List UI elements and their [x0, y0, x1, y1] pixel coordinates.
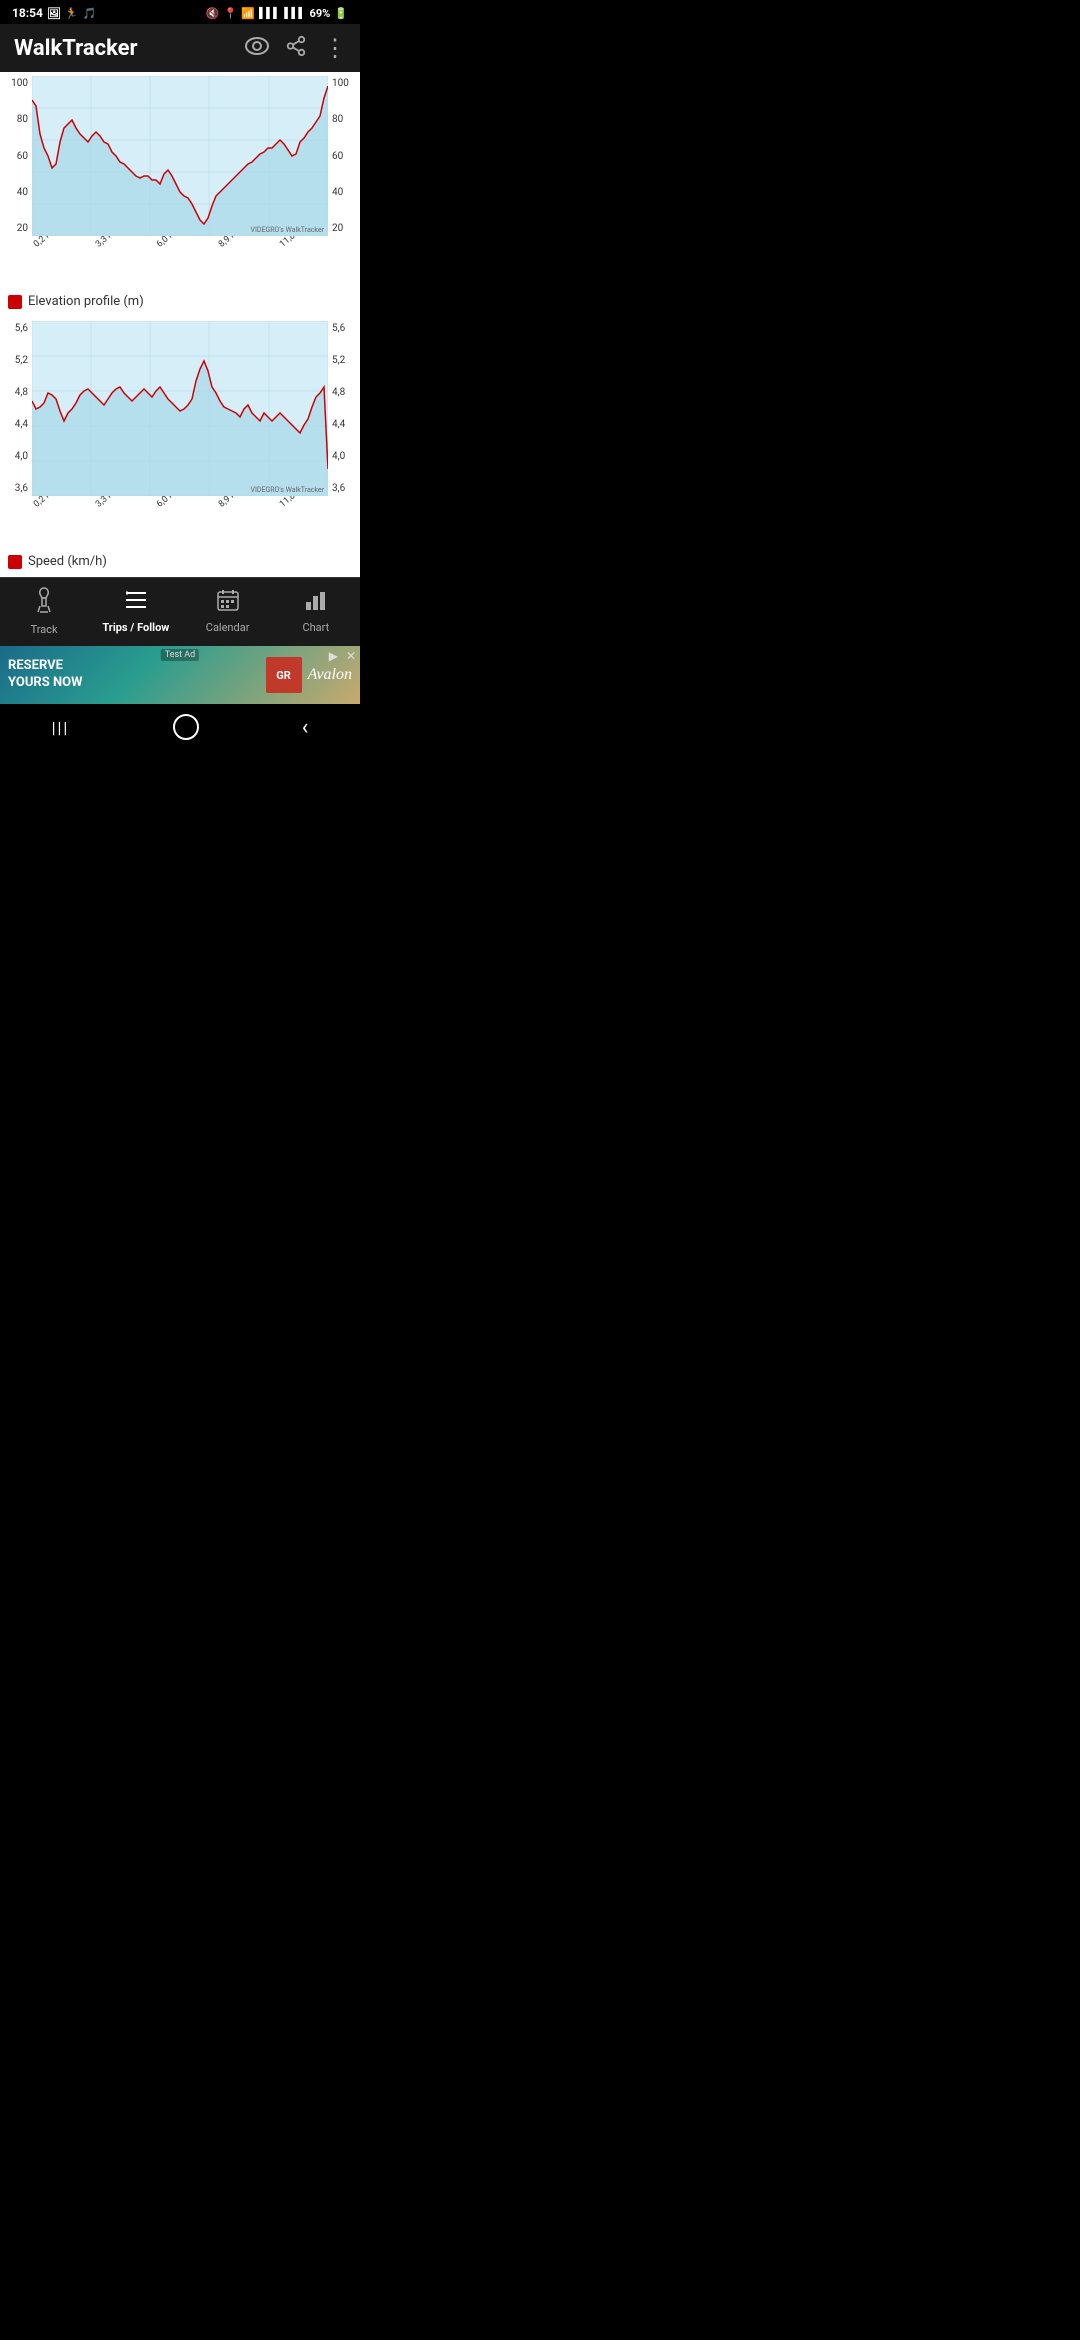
- svg-text:VIDEGRO's WalkTracker: VIDEGRO's WalkTracker: [251, 226, 325, 234]
- battery-icon: 🔋: [334, 7, 348, 20]
- system-nav: ||| ‹: [0, 704, 360, 754]
- ad-close-icon[interactable]: ✕: [346, 649, 356, 663]
- eye-icon[interactable]: [245, 36, 269, 60]
- nav-trips[interactable]: Trips / Follow: [102, 588, 169, 634]
- elevation-chart-wrapper: 100 80 60 40 20: [0, 72, 360, 317]
- recent-button[interactable]: |||: [52, 718, 70, 737]
- battery-display: 69%: [310, 7, 331, 20]
- elevation-legend: Elevation profile (m): [0, 288, 360, 317]
- mute-icon: 🔇: [206, 7, 220, 20]
- elevation-legend-color: [8, 295, 22, 309]
- status-bar: 18:54 🖼 🏃 🎵 🔇 📍 📶 ▌▌▌ ▌▌▌ 69% 🔋: [0, 0, 360, 24]
- speed-chart-area: 5,6 5,2 4,8 4,4 4,0 3,6: [0, 321, 360, 496]
- elevation-chart-area: 100 80 60 40 20: [0, 76, 360, 236]
- speed-legend-label: Speed (km/h): [28, 554, 107, 569]
- nav-trips-label: Trips / Follow: [102, 621, 169, 634]
- time-display: 18:54: [12, 6, 43, 20]
- back-button[interactable]: ‹: [302, 715, 309, 740]
- app-icons: ⋮: [245, 34, 346, 62]
- nav-track[interactable]: Track: [14, 586, 74, 636]
- speed-chart-container: 5,6 5,2 4,8 4,4 4,0 3,6: [0, 317, 360, 577]
- app-bar: WalkTracker ⋮: [0, 24, 360, 72]
- trips-icon: [123, 588, 149, 618]
- elevation-x-axis: 0,2 km @ 10:37 3,3 km @ 11:29 6,0 km @ 1…: [0, 236, 360, 288]
- media-icon: 🎵: [83, 7, 97, 20]
- track-icon: [32, 586, 56, 620]
- calendar-icon: [216, 588, 240, 618]
- more-icon[interactable]: ⋮: [323, 34, 346, 62]
- signal-icon2: ▌▌▌: [284, 8, 305, 19]
- location-icon: 📍: [224, 7, 238, 20]
- elevation-y-axis-right: 100 80 60 40 20: [328, 76, 360, 236]
- elevation-chart-container: 100 80 60 40 20: [0, 72, 360, 317]
- speed-x-axis: 0,2 km @ 10:37 3,3 km @ 11:29 6,0 km @ 1…: [0, 496, 360, 548]
- elevation-legend-label: Elevation profile (m): [28, 294, 144, 309]
- ad-reserve-text: RESERVEYOURS NOW: [8, 658, 82, 692]
- speed-x-label-5: 11,8 km @ 15:48: [278, 496, 359, 537]
- speed-y-axis-right: 5,6 5,2 4,8 4,4 4,0 3,6: [328, 321, 360, 496]
- bottom-nav: Track Trips / Follow: [0, 577, 360, 646]
- elevation-svg: VIDEGRO's WalkTracker: [32, 76, 328, 236]
- nav-chart-label: Chart: [302, 621, 329, 634]
- status-left: 18:54 🖼 🏃 🎵: [12, 6, 96, 20]
- wifi-icon: 📶: [241, 7, 255, 20]
- ad-banner[interactable]: RESERVEYOURS NOW GR Avalon Test Ad ▶ ✕: [0, 646, 360, 704]
- speed-svg-wrapper: VIDEGRO's WalkTracker: [32, 321, 328, 496]
- nav-calendar-label: Calendar: [206, 621, 250, 634]
- speed-y-axis-left: 5,6 5,2 4,8 4,4 4,0 3,6: [0, 321, 32, 496]
- ad-skip-icon[interactable]: ▶: [329, 649, 338, 663]
- speed-legend: Speed (km/h): [0, 548, 360, 577]
- elevation-y-axis-left: 100 80 60 40 20: [0, 76, 32, 236]
- app-title: WalkTracker: [14, 36, 138, 61]
- ad-test-label: Test Ad: [161, 649, 199, 661]
- signal-icon1: ▌▌▌: [259, 8, 280, 19]
- elevation-svg-wrapper: VIDEGRO's WalkTracker: [32, 76, 328, 236]
- nav-calendar[interactable]: Calendar: [198, 588, 258, 634]
- chart-icon: [304, 588, 328, 618]
- speed-legend-color: [8, 555, 22, 569]
- home-button[interactable]: [173, 714, 199, 740]
- speed-svg: VIDEGRO's WalkTracker: [32, 321, 328, 496]
- main-content: 100 80 60 40 20: [0, 72, 360, 577]
- nav-chart[interactable]: Chart: [286, 588, 346, 634]
- photo-icon: 🖼: [47, 7, 61, 20]
- share-icon[interactable]: [285, 35, 307, 62]
- speed-chart-wrapper: 5,6 5,2 4,8 4,4 4,0 3,6: [0, 317, 360, 577]
- x-label-5: 11,8 km @ 15:48: [278, 236, 359, 277]
- svg-text:VIDEGRO's WalkTracker: VIDEGRO's WalkTracker: [251, 486, 325, 494]
- ad-brand-text: Avalon: [308, 666, 352, 684]
- activity-icon: 🏃: [65, 7, 79, 20]
- nav-track-label: Track: [31, 623, 58, 636]
- status-right: 🔇 📍 📶 ▌▌▌ ▌▌▌ 69% 🔋: [206, 7, 348, 20]
- ad-logo-box: GR: [266, 657, 302, 693]
